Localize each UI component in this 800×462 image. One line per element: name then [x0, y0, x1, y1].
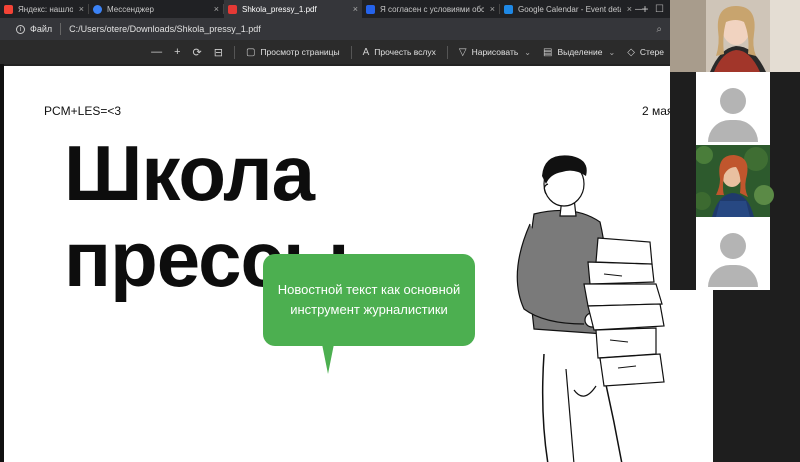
rotate-icon[interactable]: ⟳: [193, 46, 202, 59]
yandex-icon: [4, 4, 13, 14]
draw-label: Нарисовать: [471, 47, 519, 57]
participant-camera: [670, 0, 800, 72]
draw-icon: ▽: [458, 46, 467, 58]
highlight-label: Выделение: [557, 47, 603, 57]
tab-title: Яндекс: нашлось 60 м: [18, 4, 73, 14]
pdf-page: PCM+LES=<3 2 мая Школа прессы Новостной …: [4, 66, 713, 462]
avatar-icon: [720, 233, 746, 259]
slide-header-left: PCM+LES=<3: [44, 104, 122, 118]
minimize-icon[interactable]: —: [635, 4, 645, 15]
tab-calendar[interactable]: Google Calendar - Event details ×: [500, 0, 636, 18]
close-icon[interactable]: ×: [490, 4, 495, 14]
erase-button[interactable]: ◇ Стере: [627, 47, 664, 58]
video-tile-4[interactable]: [670, 217, 800, 290]
chevron-down-icon[interactable]: ⌄: [608, 48, 615, 57]
video-tile-1[interactable]: [670, 0, 800, 72]
video-call-icon: [366, 4, 375, 14]
erase-label: Стере: [639, 47, 665, 57]
page-view-icon: ▢: [245, 46, 256, 58]
close-icon[interactable]: ×: [79, 4, 84, 14]
tab-title: Google Calendar - Event details: [518, 4, 621, 14]
read-aloud-button[interactable]: A Прочесть вслух: [363, 47, 436, 58]
messenger-icon: [93, 4, 102, 14]
page-view-label: Просмотр страницы: [260, 47, 340, 57]
window-controls: — ☐: [635, 0, 670, 18]
tab-messenger[interactable]: Мессенджер ×: [89, 0, 223, 18]
search-icon[interactable]: ⌕: [656, 24, 662, 35]
title-line-1: Школа: [64, 129, 315, 217]
chevron-down-icon[interactable]: ⌄: [524, 48, 531, 57]
tab-bar: Яндекс: нашлось 60 м × Мессенджер × Shko…: [0, 0, 670, 18]
draw-button[interactable]: ▽ Нарисовать ⌄: [459, 47, 531, 58]
screen: Яндекс: нашлось 60 м × Мессенджер × Shko…: [0, 0, 800, 462]
pdf-toolbar: — + ⟳ ⊟ ▢ Просмотр страницы A Прочесть в…: [0, 40, 670, 64]
slide-header-right: 2 мая: [642, 104, 674, 118]
close-icon[interactable]: ×: [353, 4, 358, 14]
video-tile-2[interactable]: [670, 72, 800, 145]
highlight-button[interactable]: ▤ Выделение ⌄: [543, 47, 615, 58]
pdf-icon: [228, 4, 237, 14]
calendar-icon: [504, 4, 513, 14]
zoom-in-button[interactable]: +: [174, 46, 180, 58]
page-view-button[interactable]: ▢ Просмотр страницы: [246, 47, 340, 58]
url-text[interactable]: C:/Users/otere/Downloads/Shkola_pressy_1…: [69, 24, 261, 34]
maximize-icon[interactable]: ☐: [655, 4, 664, 15]
zoom-out-button[interactable]: —: [151, 46, 162, 58]
tab-title: Shkola_pressy_1.pdf: [242, 4, 317, 14]
highlight-icon: ▤: [542, 46, 553, 58]
close-icon[interactable]: ×: [627, 4, 632, 14]
fit-page-icon[interactable]: ⊟: [214, 46, 223, 59]
close-icon[interactable]: ×: [214, 4, 219, 14]
avatar-icon: [720, 88, 746, 114]
video-tile-3[interactable]: [670, 145, 800, 217]
read-aloud-label: Прочесть вслух: [374, 47, 436, 57]
tab-pdf[interactable]: Shkola_pressy_1.pdf ×: [224, 0, 362, 18]
tab-title: Мессенджер: [107, 4, 154, 14]
tab-terms[interactable]: Я согласен с условиями обслу ×: [362, 0, 499, 18]
tab-yandex[interactable]: Яндекс: нашлось 60 м ×: [0, 0, 88, 18]
scheme-label: Файл: [30, 24, 53, 34]
info-icon[interactable]: i: [16, 24, 25, 34]
speech-bubble: Новостной текст как основной инструмент …: [263, 254, 475, 346]
read-aloud-icon: A: [362, 46, 370, 58]
tab-title: Я согласен с условиями обслу: [380, 4, 484, 14]
participant-camera: [696, 145, 774, 217]
eraser-icon: ◇: [627, 46, 635, 58]
speech-bubble-tail: [322, 344, 334, 374]
address-bar[interactable]: i Файл C:/Users/otere/Downloads/Shkola_p…: [0, 18, 670, 40]
